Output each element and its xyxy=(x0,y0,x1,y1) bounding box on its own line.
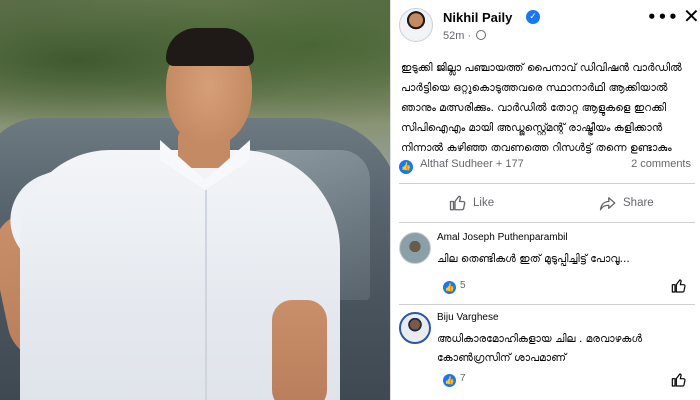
post-time[interactable]: 52m xyxy=(443,30,464,42)
comments-count[interactable]: 2 comments xyxy=(631,158,691,170)
divider xyxy=(399,304,695,305)
commenter-name[interactable]: Biju Varghese xyxy=(437,312,499,323)
author-name[interactable]: Nikhil Paily xyxy=(443,10,512,25)
thumbs-up-icon xyxy=(449,195,466,211)
post-panel: Nikhil Paily ✓ 52m · ••• ✕ ഇടുക്കി ജില്ല… xyxy=(390,0,700,400)
person-right-arm xyxy=(272,300,327,400)
comment-text: ചില തെണ്ടികൾ ഇത് മുടുപ്പിച്ചിട്ട് പോവൂ..… xyxy=(437,253,630,265)
commenter-name[interactable]: Amal Joseph Puthenparambil xyxy=(437,232,568,243)
like-reaction-icon: 👍 xyxy=(443,281,456,294)
post-photo[interactable] xyxy=(0,0,390,400)
person-hair xyxy=(166,28,254,66)
comment-text: അധികാരമോഹികളായ ചില . മരവാഴകൾ കോൺഗ്രസിന് … xyxy=(437,333,643,364)
verified-badge-icon: ✓ xyxy=(526,10,540,24)
comment-like-button[interactable] xyxy=(671,372,687,392)
close-icon[interactable]: ✕ xyxy=(683,4,700,28)
post-actions: Like Share xyxy=(399,190,695,220)
like-reaction-icon: 👍 xyxy=(399,160,413,174)
comment-item: Biju Varghese അധികാരമോഹികളായ ചില . മരവാഴ… xyxy=(399,312,695,397)
like-reaction-icon: 👍 xyxy=(443,374,456,387)
like-label: Like xyxy=(473,197,495,209)
share-button[interactable]: Share xyxy=(599,194,654,212)
commenter-avatar[interactable] xyxy=(399,232,431,264)
divider xyxy=(399,222,695,223)
comment-item: Amal Joseph Puthenparambil ചില തെണ്ടികൾ … xyxy=(399,232,695,302)
comment-likes[interactable]: 👍 7 xyxy=(443,373,466,387)
thumbs-up-icon xyxy=(671,279,686,293)
person-figure xyxy=(0,0,390,400)
like-button[interactable]: Like xyxy=(449,194,494,212)
more-options-icon[interactable]: ••• xyxy=(647,8,679,26)
post-header: Nikhil Paily ✓ 52m · ••• ✕ xyxy=(399,4,700,50)
share-arrow-icon xyxy=(599,197,616,211)
post-meta: 52m · xyxy=(443,30,487,42)
thumbs-up-icon xyxy=(671,373,686,387)
shirt-placket xyxy=(205,190,207,400)
post-text: ഇടുക്കി ജില്ലാ പഞ്ചായത്ത് പൈനാവ് ഡിവിഷൻ … xyxy=(401,62,682,154)
comment-likes[interactable]: 👍 5 xyxy=(443,280,466,294)
commenter-avatar[interactable] xyxy=(399,312,431,344)
reactions-names[interactable]: Althaf Sudheer + 177 xyxy=(420,158,524,170)
comment-like-button[interactable] xyxy=(671,278,687,298)
author-avatar[interactable] xyxy=(399,8,433,42)
comment-like-count: 7 xyxy=(460,373,466,384)
comment-like-count: 5 xyxy=(460,280,466,291)
divider xyxy=(399,183,695,184)
reactions-bar[interactable]: 👍 Althaf Sudheer + 177 2 comments xyxy=(399,158,695,176)
share-label: Share xyxy=(623,197,654,209)
globe-icon xyxy=(476,30,487,40)
